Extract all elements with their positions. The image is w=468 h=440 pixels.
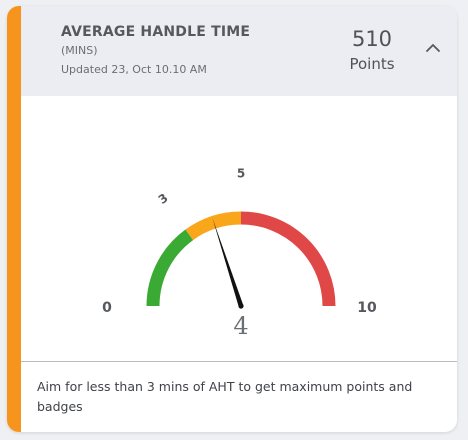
metric-card: AVERAGE HANDLE TIME (MINS) Updated 23, O… [7,6,457,432]
gauge-value-readout: 4 [233,312,248,340]
gauge-band-3 [240,211,336,307]
gauge-needle-hub [238,303,244,309]
gauge-needle [212,218,244,307]
gauge-min-label: 0 [102,300,112,316]
aht-gauge: 0 10 3 5 4 [102,167,377,341]
footer-divider [21,361,457,362]
gauge-max-label: 10 [357,300,377,316]
gauge-tick-label-3: 3 [156,191,171,207]
gauge-tick-label-5: 5 [237,167,245,181]
footer-message: Aim for less than 3 mins of AHT to get m… [37,379,413,414]
gauge-band-1 [146,229,194,307]
